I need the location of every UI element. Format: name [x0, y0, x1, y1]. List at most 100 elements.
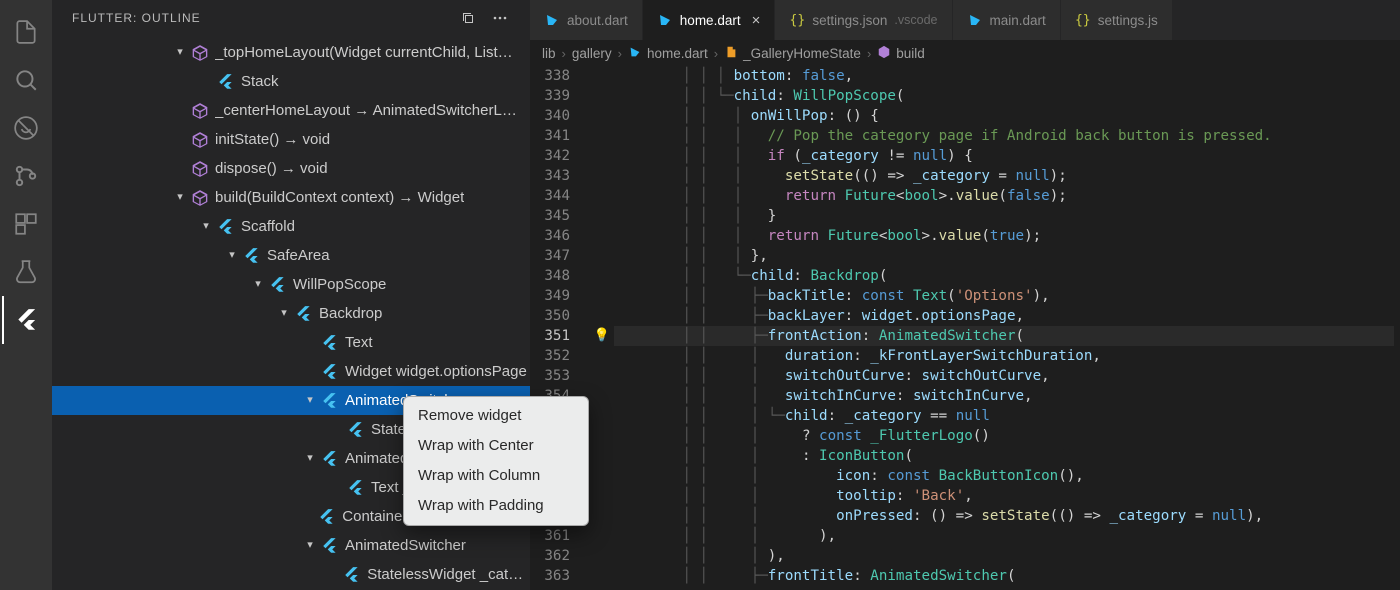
menu-item[interactable]: Wrap with Column	[404, 461, 588, 491]
outline-item[interactable]: ▾WillPopScope	[52, 270, 530, 299]
code-line[interactable]: │ │ │ },	[614, 246, 1400, 266]
flutter-activity-icon[interactable]	[2, 296, 50, 344]
editor-tab[interactable]: about.dart	[530, 0, 643, 40]
code-line[interactable]: │ │ └─child: WillPopScope(	[614, 86, 1400, 106]
code-area[interactable]: 3383393403413423433443453463473483493503…	[530, 66, 1400, 590]
glyph-empty	[590, 426, 614, 446]
outline-item[interactable]: Stack	[52, 67, 530, 96]
code-line[interactable]: │ │ │ if (_category != null) {	[614, 146, 1400, 166]
code-line[interactable]: │ │ │ bottom: false,	[614, 66, 1400, 86]
code-line[interactable]: │ │ │ switchOutCurve: switchOutCurve,	[614, 366, 1400, 386]
code-line[interactable]: │ │ │ icon: const BackButtonIcon(),	[614, 466, 1400, 486]
code-line[interactable]: │ │ ├─backTitle: const Text('Options'),	[614, 286, 1400, 306]
glyph-empty	[590, 66, 614, 86]
code-line[interactable]: │ │ │ ? const _FlutterLogo()	[614, 426, 1400, 446]
flutter-widget-icon	[318, 508, 336, 526]
menu-item[interactable]: Remove widget	[404, 401, 588, 431]
outline-item[interactable]: dispose() → void	[52, 154, 530, 183]
code-line[interactable]: │ │ ├─backLayer: widget.optionsPage,	[614, 306, 1400, 326]
editor-area: about.dart home.dart × {}settings.json .vsc…	[530, 0, 1400, 590]
menu-item[interactable]: Wrap with Padding	[404, 491, 588, 521]
outline-item[interactable]: Widget widget.optionsPage	[52, 357, 530, 386]
flutter-widget-icon	[269, 276, 287, 294]
outline-item-label: _topHomeLayout(Widget currentChild, List…	[215, 38, 513, 67]
code-line[interactable]: │ │ │ }	[614, 206, 1400, 226]
code-line[interactable]: │ │ ├─frontAction: AnimatedSwitcher(	[614, 326, 1400, 346]
chevron-icon[interactable]: ▾	[303, 444, 317, 473]
close-icon[interactable]: ×	[752, 12, 761, 29]
source-control-icon[interactable]	[2, 152, 50, 200]
dart-file-icon	[544, 12, 560, 28]
menu-item[interactable]: Wrap with Center	[404, 431, 588, 461]
outline-item[interactable]: _centerHomeLayout → AnimatedSwitcherL…	[52, 96, 530, 125]
outline-item[interactable]: ▾ _topHomeLayout(Widget currentChild, Lis…	[52, 38, 530, 67]
breadcrumbs[interactable]: lib›gallery›home.dart›_GalleryHomeState›…	[530, 40, 1400, 66]
tab-label: home.dart	[680, 13, 741, 28]
code-line[interactable]: │ │ ├─frontTitle: AnimatedSwitcher(	[614, 566, 1400, 586]
breadcrumb-item[interactable]: _GalleryHomeState	[724, 45, 861, 62]
flutter-widget-icon	[343, 566, 361, 584]
code-line[interactable]: │ │ │ ),	[614, 546, 1400, 566]
test-beaker-icon[interactable]	[2, 248, 50, 296]
flutter-widget-icon	[243, 247, 261, 265]
code-line[interactable]: │ │ │ └─child: _category == null	[614, 406, 1400, 426]
outline-item[interactable]: ▾AnimatedSwitcher	[52, 531, 530, 560]
code-line[interactable]: │ │ │ return Future<bool>.value(true);	[614, 226, 1400, 246]
breadcrumb-item[interactable]: build	[877, 45, 925, 62]
chevron-icon[interactable]: ▾	[173, 183, 187, 212]
glyph-empty	[590, 246, 614, 266]
editor-tab[interactable]: {}settings.js	[1061, 0, 1173, 40]
editor-tab[interactable]: home.dart ×	[643, 0, 776, 40]
code-line[interactable]: │ │ │ onPressed: () => setState(() => _c…	[614, 506, 1400, 526]
chevron-icon[interactable]: ▾	[225, 241, 239, 270]
line-number: 349	[530, 286, 570, 306]
code-line[interactable]: │ │ │ onWillPop: () {	[614, 106, 1400, 126]
chevron-icon[interactable]: ▾	[277, 299, 291, 328]
code-line[interactable]: │ │ │ return Future<bool>.value(false);	[614, 186, 1400, 206]
line-number: 361	[530, 526, 570, 546]
lightbulb-icon[interactable]: 💡	[590, 326, 614, 346]
outline-item[interactable]: ▾SafeArea	[52, 241, 530, 270]
search-icon[interactable]	[2, 56, 50, 104]
line-number: 345	[530, 206, 570, 226]
code-content[interactable]: │ │ │ bottom: false, │ │ └─child: WillPo…	[614, 66, 1400, 590]
chevron-icon[interactable]: ▾	[173, 38, 187, 67]
scrollbar[interactable]	[1394, 66, 1400, 590]
chevron-icon[interactable]: ▾	[303, 386, 317, 415]
code-line[interactable]: │ │ │ duration: _kFrontLayerSwitchDurati…	[614, 346, 1400, 366]
breadcrumb-item[interactable]: gallery	[572, 46, 612, 61]
flutter-widget-icon	[217, 218, 235, 236]
more-icon[interactable]	[488, 6, 512, 30]
chevron-icon[interactable]: ▾	[251, 270, 265, 299]
editor-tab[interactable]: {}settings.json .vscode	[775, 0, 952, 40]
outline-item[interactable]: ▾Scaffold	[52, 212, 530, 241]
breadcrumb-item[interactable]: lib	[542, 46, 556, 61]
outline-item[interactable]: Text	[52, 328, 530, 357]
glyph-empty	[590, 566, 614, 586]
outline-item[interactable]: ▾build(BuildContext context) → Widget	[52, 183, 530, 212]
line-number: 338	[530, 66, 570, 86]
code-line[interactable]: │ │ │ setState(() => _category = null);	[614, 166, 1400, 186]
outline-item[interactable]: ▾Backdrop	[52, 299, 530, 328]
code-line[interactable]: │ │ │ : IconButton(	[614, 446, 1400, 466]
editor-tab[interactable]: main.dart	[953, 0, 1061, 40]
glyph-empty	[590, 386, 614, 406]
code-line[interactable]: │ │ │ switchInCurve: switchInCurve,	[614, 386, 1400, 406]
chevron-icon[interactable]: ▾	[199, 212, 213, 241]
activity-bar	[0, 0, 52, 590]
breadcrumb-item[interactable]: home.dart	[628, 45, 708, 62]
tab-suffix: .vscode	[894, 13, 937, 27]
explorer-icon[interactable]	[2, 8, 50, 56]
breadcrumb-separator: ›	[562, 46, 566, 61]
code-line[interactable]: │ │ └─child: Backdrop(	[614, 266, 1400, 286]
collapse-all-icon[interactable]	[456, 6, 480, 30]
chevron-icon[interactable]: ▾	[303, 531, 317, 560]
code-line[interactable]: │ │ │ ),	[614, 526, 1400, 546]
outline-item[interactable]: initState() → void	[52, 125, 530, 154]
code-line[interactable]: │ │ │ tooltip: 'Back',	[614, 486, 1400, 506]
extensions-icon[interactable]	[2, 200, 50, 248]
breadcrumb-label: build	[896, 46, 925, 61]
code-line[interactable]: │ │ │ // Pop the category page if Androi…	[614, 126, 1400, 146]
outline-item[interactable]: StatelessWidget _category != n…	[52, 560, 530, 589]
debug-disabled-icon[interactable]	[2, 104, 50, 152]
